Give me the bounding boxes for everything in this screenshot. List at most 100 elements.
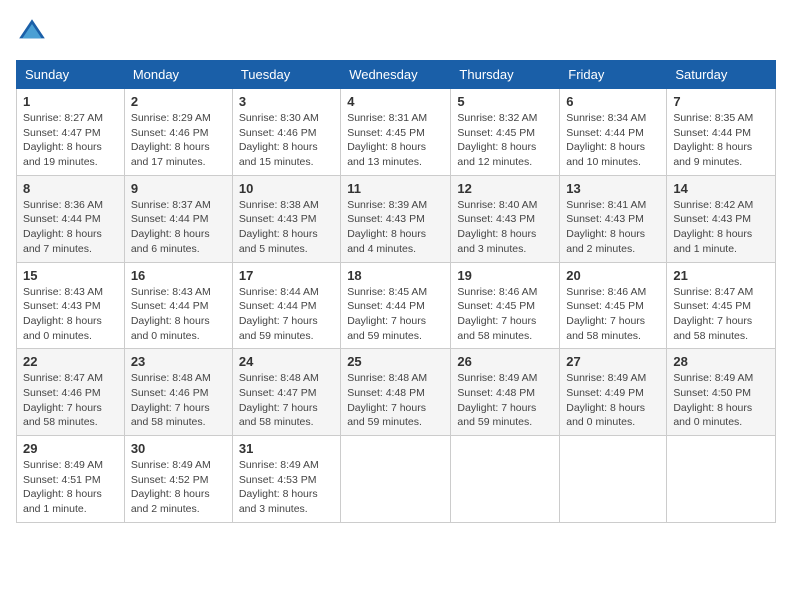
day-info: Sunrise: 8:30 AM Sunset: 4:46 PM Dayligh…	[239, 111, 334, 170]
day-number: 4	[347, 94, 444, 109]
day-number: 10	[239, 181, 334, 196]
calendar-week-row: 8 Sunrise: 8:36 AM Sunset: 4:44 PM Dayli…	[17, 175, 776, 262]
day-number: 24	[239, 354, 334, 369]
day-number: 25	[347, 354, 444, 369]
calendar-header-row: SundayMondayTuesdayWednesdayThursdayFrid…	[17, 61, 776, 89]
logo-icon	[16, 16, 48, 48]
calendar-cell	[560, 436, 667, 523]
calendar-cell: 17 Sunrise: 8:44 AM Sunset: 4:44 PM Dayl…	[232, 262, 340, 349]
calendar-cell	[341, 436, 451, 523]
day-number: 1	[23, 94, 118, 109]
day-number: 20	[566, 268, 660, 283]
day-info: Sunrise: 8:46 AM Sunset: 4:45 PM Dayligh…	[566, 285, 660, 344]
day-number: 30	[131, 441, 226, 456]
calendar-cell: 24 Sunrise: 8:48 AM Sunset: 4:47 PM Dayl…	[232, 349, 340, 436]
calendar-cell: 23 Sunrise: 8:48 AM Sunset: 4:46 PM Dayl…	[124, 349, 232, 436]
column-header-monday: Monday	[124, 61, 232, 89]
calendar-cell: 21 Sunrise: 8:47 AM Sunset: 4:45 PM Dayl…	[667, 262, 776, 349]
calendar-cell: 7 Sunrise: 8:35 AM Sunset: 4:44 PM Dayli…	[667, 89, 776, 176]
day-number: 7	[673, 94, 769, 109]
day-number: 8	[23, 181, 118, 196]
day-info: Sunrise: 8:49 AM Sunset: 4:50 PM Dayligh…	[673, 371, 769, 430]
day-info: Sunrise: 8:43 AM Sunset: 4:44 PM Dayligh…	[131, 285, 226, 344]
day-number: 15	[23, 268, 118, 283]
day-number: 27	[566, 354, 660, 369]
day-info: Sunrise: 8:48 AM Sunset: 4:48 PM Dayligh…	[347, 371, 444, 430]
calendar-cell: 5 Sunrise: 8:32 AM Sunset: 4:45 PM Dayli…	[451, 89, 560, 176]
day-number: 9	[131, 181, 226, 196]
day-number: 23	[131, 354, 226, 369]
day-number: 22	[23, 354, 118, 369]
day-info: Sunrise: 8:45 AM Sunset: 4:44 PM Dayligh…	[347, 285, 444, 344]
calendar-cell: 26 Sunrise: 8:49 AM Sunset: 4:48 PM Dayl…	[451, 349, 560, 436]
column-header-saturday: Saturday	[667, 61, 776, 89]
calendar-cell: 27 Sunrise: 8:49 AM Sunset: 4:49 PM Dayl…	[560, 349, 667, 436]
day-number: 6	[566, 94, 660, 109]
calendar-cell: 6 Sunrise: 8:34 AM Sunset: 4:44 PM Dayli…	[560, 89, 667, 176]
day-info: Sunrise: 8:48 AM Sunset: 4:47 PM Dayligh…	[239, 371, 334, 430]
day-number: 16	[131, 268, 226, 283]
calendar-cell: 29 Sunrise: 8:49 AM Sunset: 4:51 PM Dayl…	[17, 436, 125, 523]
day-number: 14	[673, 181, 769, 196]
calendar-week-row: 15 Sunrise: 8:43 AM Sunset: 4:43 PM Dayl…	[17, 262, 776, 349]
day-number: 12	[457, 181, 553, 196]
column-header-sunday: Sunday	[17, 61, 125, 89]
calendar-cell: 22 Sunrise: 8:47 AM Sunset: 4:46 PM Dayl…	[17, 349, 125, 436]
day-info: Sunrise: 8:49 AM Sunset: 4:48 PM Dayligh…	[457, 371, 553, 430]
column-header-tuesday: Tuesday	[232, 61, 340, 89]
day-number: 28	[673, 354, 769, 369]
calendar-cell: 16 Sunrise: 8:43 AM Sunset: 4:44 PM Dayl…	[124, 262, 232, 349]
day-info: Sunrise: 8:36 AM Sunset: 4:44 PM Dayligh…	[23, 198, 118, 257]
calendar-cell: 11 Sunrise: 8:39 AM Sunset: 4:43 PM Dayl…	[341, 175, 451, 262]
day-number: 2	[131, 94, 226, 109]
calendar-week-row: 1 Sunrise: 8:27 AM Sunset: 4:47 PM Dayli…	[17, 89, 776, 176]
day-info: Sunrise: 8:43 AM Sunset: 4:43 PM Dayligh…	[23, 285, 118, 344]
column-header-friday: Friday	[560, 61, 667, 89]
day-number: 29	[23, 441, 118, 456]
day-info: Sunrise: 8:49 AM Sunset: 4:51 PM Dayligh…	[23, 458, 118, 517]
calendar-cell: 19 Sunrise: 8:46 AM Sunset: 4:45 PM Dayl…	[451, 262, 560, 349]
calendar-cell: 1 Sunrise: 8:27 AM Sunset: 4:47 PM Dayli…	[17, 89, 125, 176]
logo	[16, 16, 52, 48]
calendar-cell	[451, 436, 560, 523]
calendar-cell	[667, 436, 776, 523]
calendar-week-row: 22 Sunrise: 8:47 AM Sunset: 4:46 PM Dayl…	[17, 349, 776, 436]
day-info: Sunrise: 8:41 AM Sunset: 4:43 PM Dayligh…	[566, 198, 660, 257]
day-info: Sunrise: 8:32 AM Sunset: 4:45 PM Dayligh…	[457, 111, 553, 170]
day-info: Sunrise: 8:27 AM Sunset: 4:47 PM Dayligh…	[23, 111, 118, 170]
day-info: Sunrise: 8:37 AM Sunset: 4:44 PM Dayligh…	[131, 198, 226, 257]
day-info: Sunrise: 8:47 AM Sunset: 4:46 PM Dayligh…	[23, 371, 118, 430]
day-info: Sunrise: 8:49 AM Sunset: 4:49 PM Dayligh…	[566, 371, 660, 430]
page-header	[16, 16, 776, 48]
calendar-cell: 8 Sunrise: 8:36 AM Sunset: 4:44 PM Dayli…	[17, 175, 125, 262]
calendar-cell: 28 Sunrise: 8:49 AM Sunset: 4:50 PM Dayl…	[667, 349, 776, 436]
day-number: 19	[457, 268, 553, 283]
calendar-cell: 15 Sunrise: 8:43 AM Sunset: 4:43 PM Dayl…	[17, 262, 125, 349]
day-number: 26	[457, 354, 553, 369]
calendar-cell: 3 Sunrise: 8:30 AM Sunset: 4:46 PM Dayli…	[232, 89, 340, 176]
column-header-thursday: Thursday	[451, 61, 560, 89]
day-info: Sunrise: 8:35 AM Sunset: 4:44 PM Dayligh…	[673, 111, 769, 170]
calendar-cell: 12 Sunrise: 8:40 AM Sunset: 4:43 PM Dayl…	[451, 175, 560, 262]
day-info: Sunrise: 8:29 AM Sunset: 4:46 PM Dayligh…	[131, 111, 226, 170]
calendar-table: SundayMondayTuesdayWednesdayThursdayFrid…	[16, 60, 776, 523]
day-number: 13	[566, 181, 660, 196]
calendar-cell: 2 Sunrise: 8:29 AM Sunset: 4:46 PM Dayli…	[124, 89, 232, 176]
calendar-cell: 4 Sunrise: 8:31 AM Sunset: 4:45 PM Dayli…	[341, 89, 451, 176]
calendar-cell: 9 Sunrise: 8:37 AM Sunset: 4:44 PM Dayli…	[124, 175, 232, 262]
calendar-cell: 25 Sunrise: 8:48 AM Sunset: 4:48 PM Dayl…	[341, 349, 451, 436]
calendar-cell: 31 Sunrise: 8:49 AM Sunset: 4:53 PM Dayl…	[232, 436, 340, 523]
calendar-cell: 14 Sunrise: 8:42 AM Sunset: 4:43 PM Dayl…	[667, 175, 776, 262]
day-info: Sunrise: 8:34 AM Sunset: 4:44 PM Dayligh…	[566, 111, 660, 170]
calendar-week-row: 29 Sunrise: 8:49 AM Sunset: 4:51 PM Dayl…	[17, 436, 776, 523]
column-header-wednesday: Wednesday	[341, 61, 451, 89]
day-number: 18	[347, 268, 444, 283]
day-number: 11	[347, 181, 444, 196]
calendar-cell: 30 Sunrise: 8:49 AM Sunset: 4:52 PM Dayl…	[124, 436, 232, 523]
day-number: 3	[239, 94, 334, 109]
day-info: Sunrise: 8:49 AM Sunset: 4:52 PM Dayligh…	[131, 458, 226, 517]
day-info: Sunrise: 8:48 AM Sunset: 4:46 PM Dayligh…	[131, 371, 226, 430]
day-info: Sunrise: 8:40 AM Sunset: 4:43 PM Dayligh…	[457, 198, 553, 257]
calendar-cell: 10 Sunrise: 8:38 AM Sunset: 4:43 PM Dayl…	[232, 175, 340, 262]
day-number: 21	[673, 268, 769, 283]
